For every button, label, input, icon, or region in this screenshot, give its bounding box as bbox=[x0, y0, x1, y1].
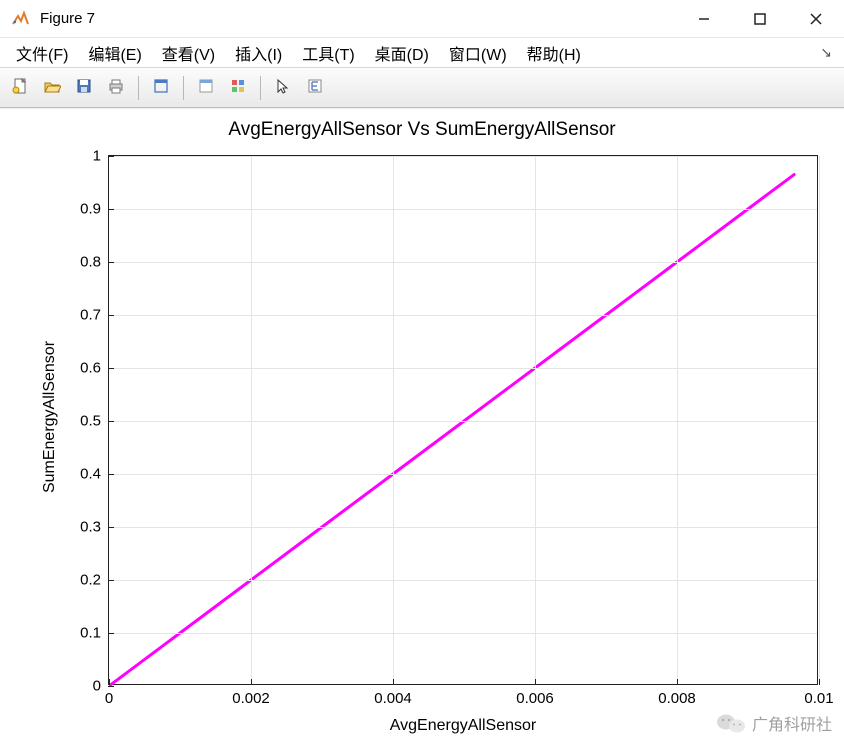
y-tick-label: 0.5 bbox=[80, 413, 109, 430]
x-tick-label: 0.004 bbox=[374, 684, 412, 707]
gridline bbox=[535, 156, 536, 684]
series-line bbox=[109, 175, 794, 686]
gridline bbox=[109, 209, 817, 210]
pointer-icon bbox=[274, 77, 292, 98]
menu-view[interactable]: 查看(V) bbox=[154, 39, 223, 67]
menu-desktop[interactable]: 桌面(D) bbox=[367, 39, 437, 67]
new-file-icon bbox=[11, 77, 29, 98]
menu-help[interactable]: 帮助(H) bbox=[519, 39, 589, 67]
x-tick-label: 0.008 bbox=[658, 684, 696, 707]
toolbar-separator bbox=[183, 76, 184, 100]
menu-file[interactable]: 文件(F) bbox=[8, 39, 76, 67]
menu-edit[interactable]: 编辑(E) bbox=[80, 39, 149, 67]
layout-button[interactable] bbox=[147, 74, 175, 102]
open-button[interactable] bbox=[38, 74, 66, 102]
y-tick-label: 0.1 bbox=[80, 625, 109, 642]
menu-window[interactable]: 窗口(W) bbox=[441, 39, 515, 67]
plot-axes[interactable]: 00.10.20.30.40.50.60.70.80.9100.0020.004… bbox=[108, 155, 818, 685]
gridline bbox=[677, 156, 678, 684]
x-tick-label: 0 bbox=[105, 684, 113, 707]
menu-insert[interactable]: 插入(I) bbox=[227, 39, 290, 67]
x-tick-label: 0.006 bbox=[516, 684, 554, 707]
minimize-button[interactable] bbox=[676, 0, 732, 38]
save-button[interactable] bbox=[70, 74, 98, 102]
y-tick-label: 0.6 bbox=[80, 360, 109, 377]
print-button[interactable] bbox=[102, 74, 130, 102]
figure-icon bbox=[197, 77, 215, 98]
gridline bbox=[109, 421, 817, 422]
x-tick-label: 0.002 bbox=[232, 684, 270, 707]
chart-title: AvgEnergyAllSensor Vs SumEnergyAllSensor bbox=[8, 117, 836, 145]
gridline bbox=[109, 633, 817, 634]
gridline bbox=[109, 580, 817, 581]
new-file-button[interactable] bbox=[6, 74, 34, 102]
gridline bbox=[109, 368, 817, 369]
grid-icon bbox=[229, 77, 247, 98]
y-tick-label: 0.3 bbox=[80, 519, 109, 536]
insert-icon bbox=[306, 77, 324, 98]
matlab-icon bbox=[10, 9, 30, 29]
gridline bbox=[109, 262, 817, 263]
gridline bbox=[109, 474, 817, 475]
gridline bbox=[109, 527, 817, 528]
y-axis-label: SumEnergyAllSensor bbox=[41, 341, 59, 493]
close-button[interactable] bbox=[788, 0, 844, 38]
pointer-button[interactable] bbox=[269, 74, 297, 102]
save-icon bbox=[75, 77, 93, 98]
menu-overflow-icon[interactable]: ↘ bbox=[820, 44, 844, 61]
gridline bbox=[819, 156, 820, 684]
y-tick-label: 0.7 bbox=[80, 307, 109, 324]
open-folder-icon bbox=[43, 77, 61, 98]
maximize-button[interactable] bbox=[732, 0, 788, 38]
window-titlebar: Figure 7 bbox=[0, 0, 844, 38]
toolbar bbox=[0, 68, 844, 108]
menubar: 文件(F) 编辑(E) 查看(V) 插入(I) 工具(T) 桌面(D) 窗口(W… bbox=[0, 38, 844, 68]
x-axis-label: AvgEnergyAllSensor bbox=[390, 717, 536, 735]
y-tick-label: 0.8 bbox=[80, 254, 109, 271]
gridline bbox=[109, 315, 817, 316]
gridline bbox=[251, 156, 252, 684]
figure-canvas[interactable]: AvgEnergyAllSensor Vs SumEnergyAllSensor… bbox=[0, 108, 844, 751]
toolbar-separator bbox=[138, 76, 139, 100]
print-icon bbox=[107, 77, 125, 98]
gridline bbox=[393, 156, 394, 684]
menu-tools[interactable]: 工具(T) bbox=[294, 39, 362, 67]
y-tick-label: 0.9 bbox=[80, 201, 109, 218]
window-title: Figure 7 bbox=[40, 10, 95, 27]
gridline bbox=[109, 156, 817, 157]
layout-icon bbox=[152, 77, 170, 98]
y-tick-label: 0.4 bbox=[80, 466, 109, 483]
x-tick-label: 0.01 bbox=[804, 684, 833, 707]
grid-button[interactable] bbox=[224, 74, 252, 102]
y-tick-label: 1 bbox=[93, 148, 109, 165]
insert-button[interactable] bbox=[301, 74, 329, 102]
y-tick-label: 0.2 bbox=[80, 572, 109, 589]
figure-button[interactable] bbox=[192, 74, 220, 102]
toolbar-separator bbox=[260, 76, 261, 100]
